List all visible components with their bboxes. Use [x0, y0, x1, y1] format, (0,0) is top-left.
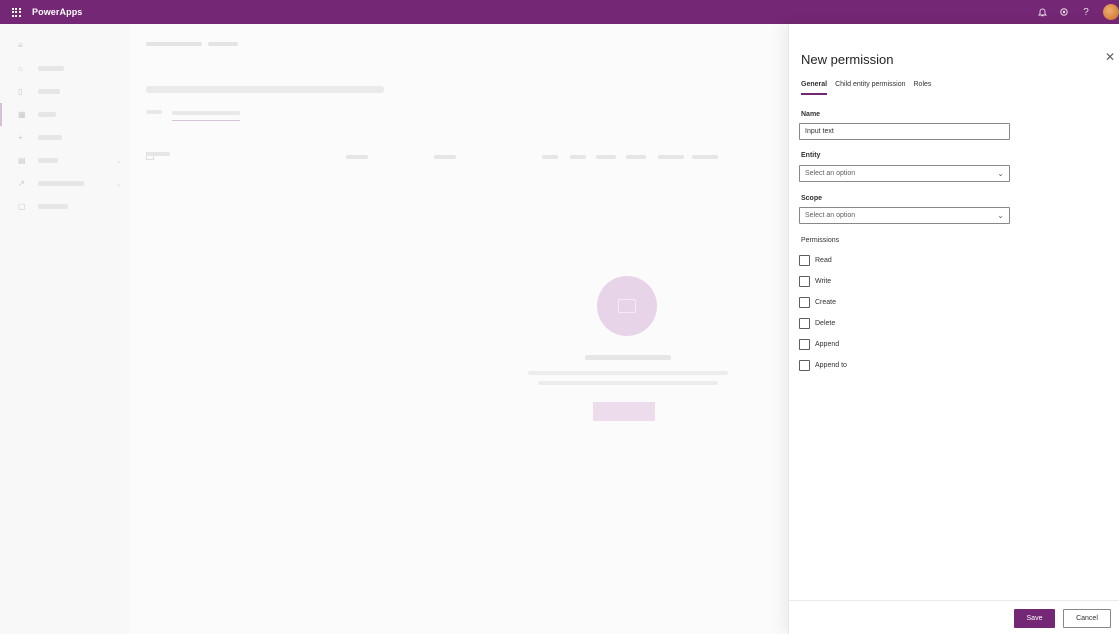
- empty-state-illustration: [597, 276, 657, 336]
- checkbox-box[interactable]: [799, 297, 810, 308]
- header-actions: ?: [1031, 0, 1119, 24]
- background-empty-title: [585, 355, 671, 360]
- name-label: Name: [801, 111, 821, 118]
- permission-append-checkbox[interactable]: Append: [799, 339, 839, 350]
- cancel-button[interactable]: Cancel: [1063, 609, 1111, 628]
- background-empty-desc-1: [528, 371, 728, 375]
- book-icon: ▯: [18, 87, 23, 96]
- app-launcher-button[interactable]: [0, 0, 32, 24]
- permission-write-checkbox[interactable]: Write: [799, 276, 831, 287]
- permission-delete-checkbox[interactable]: Delete: [799, 318, 835, 329]
- background-tab-active: [172, 110, 240, 121]
- chevron-down-icon: ⌄: [997, 211, 1004, 220]
- chevron-down-icon: ⌄: [116, 180, 122, 188]
- nav-item-apps[interactable]: ▦: [0, 103, 130, 126]
- scope-dropdown-value: Select an option: [805, 212, 856, 219]
- nav-item-solutions[interactable]: ▢: [0, 195, 130, 218]
- permission-delete-label: Delete: [815, 320, 836, 327]
- permission-write-label: Write: [815, 278, 832, 285]
- background-empty-desc-2: [538, 381, 718, 385]
- permission-create-checkbox[interactable]: Create: [799, 297, 836, 308]
- permissions-label: Permissions: [801, 237, 840, 244]
- panel-footer: Save Cancel: [789, 600, 1119, 634]
- plus-icon: +: [18, 133, 23, 142]
- panel-title: New permission: [801, 52, 894, 67]
- nav-item-create[interactable]: +: [0, 126, 130, 149]
- background-tabs: [146, 110, 240, 121]
- new-permission-panel: New permission ✕ General Child entity pe…: [788, 24, 1119, 634]
- tab-child-entity-permission[interactable]: Child entity permission: [835, 81, 905, 95]
- hamburger-icon: ≡: [18, 41, 23, 50]
- entity-dropdown-value: Select an option: [805, 170, 856, 177]
- background-create-button: [593, 402, 655, 421]
- app-title: PowerApps: [32, 7, 83, 17]
- checkbox-box[interactable]: [799, 318, 810, 329]
- table-icon: ▤: [18, 156, 26, 165]
- avatar[interactable]: [1103, 4, 1119, 20]
- scope-label: Scope: [801, 195, 823, 202]
- background-page: [130, 24, 788, 634]
- apps-icon: ▦: [18, 110, 26, 119]
- permission-read-checkbox[interactable]: Read: [799, 255, 832, 266]
- gear-icon[interactable]: [1053, 0, 1075, 24]
- app-header: PowerApps ?: [0, 0, 1119, 24]
- tab-general[interactable]: General: [801, 81, 828, 95]
- checkbox-box[interactable]: [799, 360, 810, 371]
- save-button[interactable]: Save: [1014, 609, 1055, 628]
- nav-item-learn[interactable]: ▯: [0, 80, 130, 103]
- permission-create-label: Create: [815, 299, 837, 306]
- background-breadcrumb: [146, 82, 384, 96]
- bell-icon[interactable]: [1031, 0, 1053, 24]
- waffle-icon: [11, 7, 21, 17]
- panel-tabs: General Child entity permission Roles: [801, 81, 931, 95]
- nav-collapse-item[interactable]: ≡: [0, 34, 130, 57]
- background-command-bar: [146, 42, 238, 46]
- chevron-down-icon: ⌄: [997, 169, 1004, 178]
- nav-item-data[interactable]: ▤ ⌄: [0, 149, 130, 172]
- checkbox-box[interactable]: [799, 339, 810, 350]
- chevron-down-icon: ⌄: [116, 157, 122, 165]
- entity-dropdown[interactable]: Select an option ⌄: [799, 165, 1010, 182]
- document-icon: ▢: [18, 202, 26, 211]
- entity-label: Entity: [801, 152, 821, 159]
- close-icon: ✕: [1104, 50, 1116, 64]
- background-table-header: [146, 152, 776, 164]
- nav-item-home[interactable]: ⌂: [0, 57, 130, 80]
- checkbox-box[interactable]: [799, 255, 810, 266]
- permission-append-label: Append: [815, 341, 840, 348]
- permission-read-label: Read: [815, 257, 832, 264]
- permission-append-to-checkbox[interactable]: Append to: [799, 360, 847, 371]
- close-button[interactable]: ✕: [1103, 50, 1117, 64]
- help-icon[interactable]: ?: [1075, 0, 1097, 24]
- flow-icon: ↗: [18, 179, 25, 188]
- checkbox-box[interactable]: [799, 276, 810, 287]
- nav-item-business-apps[interactable]: ↗ ⌄: [0, 172, 130, 195]
- permission-append-to-label: Append to: [815, 362, 847, 369]
- home-icon: ⌂: [18, 64, 23, 73]
- folder-icon: [618, 299, 636, 313]
- scope-dropdown[interactable]: Select an option ⌄: [799, 207, 1010, 224]
- left-navigation: ≡ ⌂ ▯ ▦ + ▤ ⌄ ↗ ⌄ ▢: [0, 24, 130, 634]
- name-input[interactable]: [799, 123, 1010, 140]
- tab-roles[interactable]: Roles: [914, 81, 932, 95]
